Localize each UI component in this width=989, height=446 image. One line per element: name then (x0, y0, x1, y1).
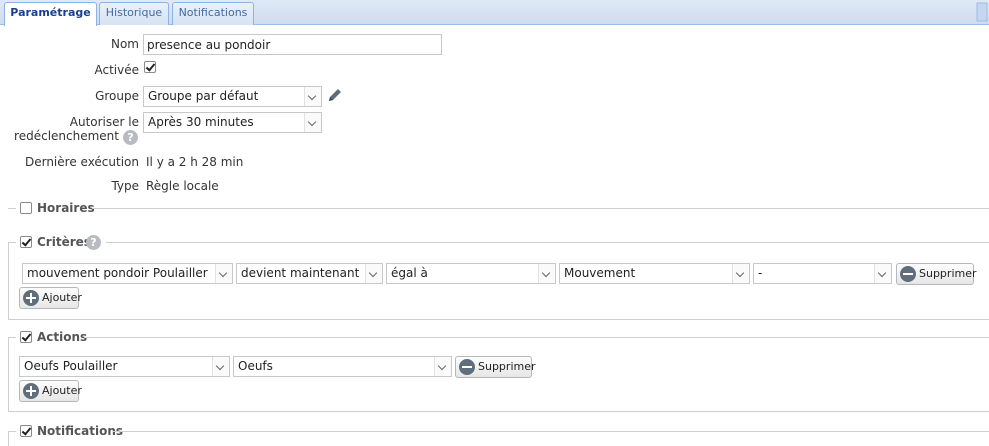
criteres-border-left (8, 242, 16, 243)
scroll-corner (975, 0, 989, 24)
chevron-down-icon[interactable] (538, 264, 555, 283)
horaires-border-right (92, 208, 989, 209)
horaires-checkbox[interactable] (20, 202, 32, 214)
autoriser-select-value: Après 30 minutes (148, 115, 254, 129)
chevron-down-icon[interactable] (215, 264, 232, 283)
chevron-down-icon[interactable] (212, 357, 229, 376)
help-icon[interactable]: ? (86, 235, 101, 250)
chevron-down-icon[interactable] (365, 264, 382, 283)
help-icon[interactable]: ? (123, 130, 138, 145)
type-label: Type (111, 179, 139, 193)
plus-circle-icon (23, 383, 39, 399)
actions-border-right (84, 337, 989, 338)
tab-historique[interactable]: Historique (99, 2, 169, 25)
activee-checkbox[interactable] (144, 61, 156, 73)
actions-border-left (8, 337, 16, 338)
action-action-value: Oeufs (238, 359, 273, 373)
groupe-select[interactable]: Groupe par défaut (143, 86, 322, 107)
nom-input[interactable] (143, 34, 442, 55)
activee-label: Activée (94, 63, 139, 77)
autoriser-select[interactable]: Après 30 minutes (143, 112, 322, 133)
criteres-border-right (106, 242, 989, 243)
critere-operator-select[interactable]: égal à (386, 263, 556, 284)
minus-circle-icon (900, 266, 916, 282)
chevron-down-icon[interactable] (434, 357, 451, 376)
criteres-border-side (8, 242, 9, 320)
autoriser-label: Autoriser le redéclenchement (10, 115, 139, 143)
chevron-down-icon[interactable] (874, 264, 891, 283)
groupe-select-value: Groupe par défaut (148, 89, 259, 103)
criteres-border-bottom (8, 319, 989, 320)
notifications-checkbox[interactable] (20, 425, 32, 437)
actions-border-bottom (8, 411, 989, 412)
critere-delete-label: Supprimer (919, 267, 977, 280)
critere-condition-select[interactable]: devient maintenant (236, 263, 383, 284)
derniere-execution-label: Dernière exécution (24, 155, 139, 169)
autoriser-label-line2: redéclenchement (14, 129, 119, 143)
critere-add-label: Ajouter (42, 291, 82, 304)
actions-checkbox[interactable] (20, 331, 32, 343)
minus-circle-icon (459, 359, 475, 375)
groupe-label: Groupe (95, 89, 139, 103)
notifications-border-right (113, 431, 989, 432)
action-delete-button[interactable]: Supprimer (455, 356, 536, 378)
tab-bar: Paramétrage Historique Notifications (0, 0, 989, 26)
critere-add-button[interactable]: Ajouter (19, 287, 82, 309)
horaires-title: Horaires (37, 201, 95, 215)
critere-device-value: mouvement pondoir Poulailler (27, 266, 208, 280)
critere-operator-value: égal à (391, 266, 428, 280)
action-add-label: Ajouter (42, 384, 82, 397)
action-device-value: Oeufs Poulailler (24, 359, 118, 373)
pencil-icon[interactable] (326, 87, 343, 104)
type-value: Règle locale (146, 179, 219, 193)
nom-label: Nom (110, 37, 139, 51)
action-device-select[interactable]: Oeufs Poulailler (19, 356, 230, 377)
chevron-down-icon[interactable] (304, 113, 321, 132)
notifications-border-side (8, 431, 9, 446)
action-action-select[interactable]: Oeufs (233, 356, 452, 377)
horaires-border-left (8, 208, 16, 209)
action-add-button[interactable]: Ajouter (19, 380, 82, 402)
critere-extra-value: - (758, 266, 763, 280)
critere-delete-button[interactable]: Supprimer (896, 263, 977, 285)
criteres-title: Critères (37, 235, 91, 249)
critere-value-value: Mouvement (564, 266, 636, 280)
tab-parametrage-label: Paramétrage (10, 6, 91, 19)
critere-device-select[interactable]: mouvement pondoir Poulailler (22, 263, 233, 284)
critere-extra-select[interactable]: - (753, 263, 892, 284)
derniere-execution-value: Il y a 2 h 28 min (146, 155, 244, 169)
autoriser-label-line1: Autoriser le (69, 115, 139, 129)
tab-parametrage[interactable]: Paramétrage (4, 2, 97, 26)
actions-title: Actions (37, 330, 88, 344)
tab-notifications-label: Notifications (178, 6, 248, 19)
tab-historique-label: Historique (105, 6, 163, 19)
critere-condition-value: devient maintenant (241, 266, 360, 280)
chevron-down-icon[interactable] (304, 87, 321, 106)
critere-value-select[interactable]: Mouvement (559, 263, 750, 284)
action-delete-label: Supprimer (478, 360, 536, 373)
chevron-down-icon[interactable] (732, 264, 749, 283)
notifications-border-left (8, 431, 16, 432)
notifications-title: Notifications (37, 424, 124, 438)
tab-notifications[interactable]: Notifications (172, 2, 254, 25)
criteres-checkbox[interactable] (20, 236, 32, 248)
actions-border-side (8, 337, 9, 412)
plus-circle-icon (23, 290, 39, 306)
